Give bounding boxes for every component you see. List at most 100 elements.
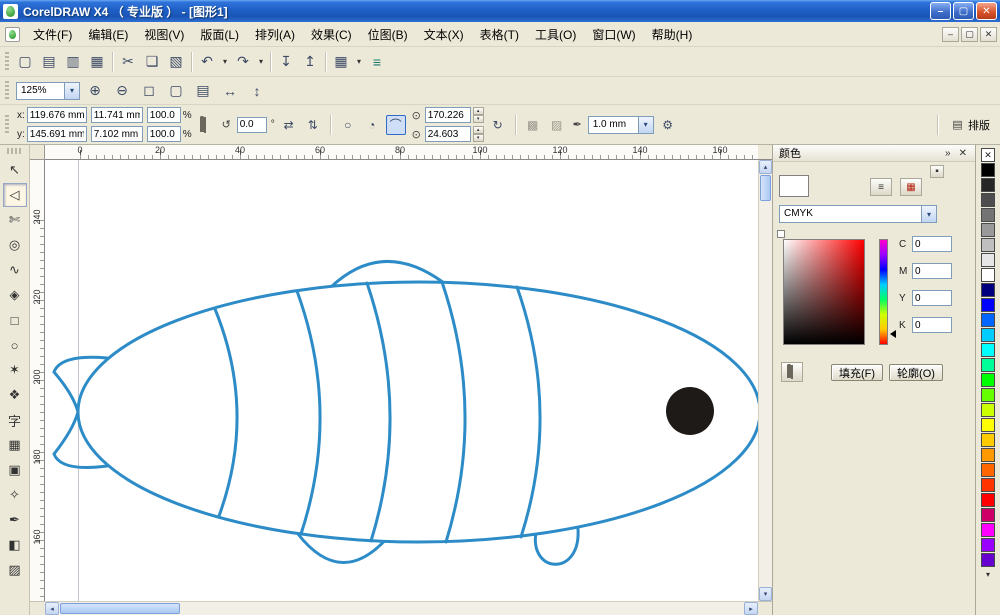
export-icon[interactable]: ↥: [298, 50, 322, 74]
color-model-combo[interactable]: CMYK ▾: [779, 205, 937, 223]
eyedropper-tool[interactable]: ✧: [3, 483, 27, 507]
menu-view[interactable]: 视图(V): [136, 22, 192, 47]
fill-button[interactable]: 填充(F): [831, 364, 883, 381]
basic-shapes-tool[interactable]: ❖: [3, 383, 27, 407]
scroll-down-icon[interactable]: ▾: [759, 587, 772, 601]
channel-k-field[interactable]: [912, 317, 952, 333]
palette-swatch[interactable]: [981, 208, 995, 222]
hue-marker-icon[interactable]: [890, 330, 896, 338]
undo-dropdown-icon[interactable]: ▾: [219, 50, 231, 74]
fish-eye[interactable]: [666, 387, 714, 435]
chevron-down-icon[interactable]: ▾: [921, 206, 936, 222]
arc-start-spinner[interactable]: ▴▾: [473, 107, 484, 123]
text-tool[interactable]: 字: [3, 408, 27, 432]
pick-tool[interactable]: ↖: [3, 158, 27, 182]
doc-minimize-button[interactable]: –: [942, 27, 959, 42]
menu-layout[interactable]: 版面(L): [192, 22, 247, 47]
palette-swatch[interactable]: [981, 313, 995, 327]
palette-swatch[interactable]: [981, 373, 995, 387]
channel-m-field[interactable]: [912, 263, 952, 279]
paste-icon[interactable]: ▧: [164, 50, 188, 74]
hue-slider[interactable]: [879, 239, 888, 345]
save-icon[interactable]: ▥: [61, 50, 85, 74]
snap-options-icon[interactable]: ≡: [365, 50, 389, 74]
palette-swatch[interactable]: [981, 478, 995, 492]
palette-swatch[interactable]: [981, 253, 995, 267]
docker-collapse-icon[interactable]: »: [943, 148, 953, 159]
wrap-text-icon[interactable]: ▩: [523, 115, 543, 135]
zoom-tool[interactable]: ◎: [3, 233, 27, 257]
layout-panel-toggle[interactable]: ▤ 排版: [945, 117, 996, 133]
scroll-track[interactable]: [181, 602, 744, 615]
palette-swatch[interactable]: [981, 403, 995, 417]
scale-h-field[interactable]: [147, 107, 181, 123]
palette-swatch[interactable]: [981, 163, 995, 177]
smart-fill-tool[interactable]: ◈: [3, 283, 27, 307]
palette-swatch[interactable]: [981, 283, 995, 297]
palette-swatch[interactable]: [981, 418, 995, 432]
toolbar-grip[interactable]: [5, 81, 9, 101]
close-button[interactable]: ✕: [976, 2, 997, 20]
blend-tool[interactable]: ▣: [3, 458, 27, 482]
zoom-selected-icon[interactable]: ◻: [137, 79, 161, 103]
palette-swatch[interactable]: [981, 193, 995, 207]
toolbar-grip[interactable]: [5, 115, 9, 135]
shape-tool[interactable]: ◁: [3, 183, 27, 207]
zoom-all-objects-icon[interactable]: ▢: [164, 79, 188, 103]
zoom-level-combo[interactable]: 125% ▾: [16, 82, 80, 100]
arc-end-angle-field[interactable]: [425, 126, 471, 142]
palette-swatch[interactable]: [981, 553, 995, 567]
redo-dropdown-icon[interactable]: ▾: [255, 50, 267, 74]
zoom-page-width-icon[interactable]: ↔: [218, 79, 242, 103]
vertical-ruler[interactable]: 240 220 200 180 160: [30, 160, 45, 601]
mirror-vertical-icon[interactable]: ⇅: [303, 115, 323, 135]
lock-ratio-button[interactable]: [196, 115, 216, 135]
vertical-scrollbar[interactable]: ▴ ▾: [758, 160, 772, 601]
chevron-down-icon[interactable]: ▾: [64, 83, 79, 99]
arc-end-spinner[interactable]: ▴▾: [473, 126, 484, 142]
rotation-angle-field[interactable]: [237, 117, 267, 133]
pie-mode-icon[interactable]: ◔: [362, 115, 382, 135]
toolbox-grip[interactable]: [7, 148, 23, 154]
color-viewers-icon[interactable]: ≡: [870, 178, 892, 196]
table-tool[interactable]: ▦: [3, 433, 27, 457]
horizontal-scrollbar[interactable]: ◂ ▸: [45, 601, 758, 615]
menu-bitmaps[interactable]: 位图(B): [360, 22, 416, 47]
menu-file[interactable]: 文件(F): [25, 22, 80, 47]
channel-c-field[interactable]: [912, 236, 952, 252]
palette-scroll-down-icon[interactable]: ▾: [986, 570, 990, 579]
x-position-field[interactable]: [27, 107, 87, 123]
menu-table[interactable]: 表格(T): [472, 22, 527, 47]
y-position-field[interactable]: [27, 126, 87, 142]
palette-swatch[interactable]: [981, 523, 995, 537]
import-icon[interactable]: ↧: [274, 50, 298, 74]
palette-swatch[interactable]: [981, 508, 995, 522]
menu-window[interactable]: 窗口(W): [584, 22, 643, 47]
doc-restore-button[interactable]: ▢: [961, 27, 978, 42]
menu-edit[interactable]: 编辑(E): [80, 22, 136, 47]
color-lock-button[interactable]: [781, 362, 803, 382]
app-launcher-icon[interactable]: ▦: [329, 50, 353, 74]
scroll-track[interactable]: [759, 202, 772, 587]
scroll-up-icon[interactable]: ▴: [759, 160, 772, 174]
docker-close-icon[interactable]: ✕: [957, 148, 969, 159]
object-height-field[interactable]: [91, 126, 143, 142]
print-icon[interactable]: ▦: [85, 50, 109, 74]
fill-tool[interactable]: ◧: [3, 533, 27, 557]
menu-tools[interactable]: 工具(O): [527, 22, 584, 47]
mirror-horizontal-icon[interactable]: ⇄: [279, 115, 299, 135]
minimize-button[interactable]: –: [930, 2, 951, 20]
arc-mode-icon[interactable]: ⌒: [386, 115, 406, 135]
docker-menu-icon[interactable]: ▪: [930, 165, 944, 178]
palette-swatch[interactable]: [981, 223, 995, 237]
ruler-corner[interactable]: [30, 145, 45, 160]
crop-tool[interactable]: ✄: [3, 208, 27, 232]
cut-icon[interactable]: ✂: [116, 50, 140, 74]
palette-swatch[interactable]: [981, 298, 995, 312]
zoom-page-icon[interactable]: ▤: [191, 79, 215, 103]
scroll-right-icon[interactable]: ▸: [744, 602, 758, 615]
color-palettes-icon[interactable]: ▦: [900, 178, 922, 196]
restore-button[interactable]: ▢: [953, 2, 974, 20]
ellipse-tool[interactable]: ○: [3, 333, 27, 357]
open-icon[interactable]: ▤: [37, 50, 61, 74]
